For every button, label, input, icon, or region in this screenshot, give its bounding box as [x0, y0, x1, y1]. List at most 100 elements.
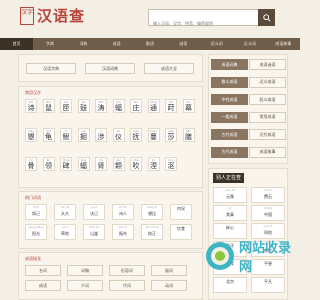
side-menu-item[interactable]: 中性成语 [211, 94, 248, 105]
char-cell[interactable]: tōng 通 [147, 99, 160, 113]
char-cell[interactable]: yóu 蝠 [112, 99, 125, 113]
recent-word-cell[interactable]: yuán shì 元殊 [213, 187, 247, 203]
word-text: 想比 [148, 211, 156, 216]
hot-word-cell[interactable]: bǎo jiù 报舟 [112, 224, 134, 240]
side-menu-item[interactable]: 古代成语 [211, 129, 248, 140]
side-menu-item[interactable]: 常用成语 [249, 111, 286, 123]
char-cell[interactable]: shí 莳 [165, 99, 177, 113]
char-cell[interactable]: fú 骨 [25, 157, 37, 171]
nav-item-6[interactable]: 近义词 [200, 38, 233, 50]
char-glyph: 仪 [115, 133, 122, 141]
word-text: 草地 [61, 231, 69, 236]
char-glyph: 鼠 [45, 104, 52, 112]
char-cell[interactable]: xiāo 莎 [165, 128, 177, 142]
hot-word-cell[interactable]: 何况 [170, 204, 192, 220]
search-input[interactable] [149, 16, 265, 31]
char-cell[interactable]: dù 肾 [95, 157, 107, 171]
side-menu-item[interactable]: 近义成语 [249, 76, 286, 88]
nav-item-0[interactable]: 首页 [0, 38, 34, 50]
idiom-link[interactable]: 代词 [109, 280, 145, 291]
char-cell[interactable]: jīng 蝠 [77, 157, 90, 171]
hot-word-cell[interactable]: jiǎo zhèng 绞正 [141, 224, 163, 240]
idiom-link[interactable]: 词翰 [67, 265, 103, 276]
side-menu-item[interactable]: 近代成语 [249, 129, 286, 140]
word-text: 元殊 [226, 194, 234, 199]
char-cell[interactable]: ní 鲵 [60, 128, 72, 142]
hot-word-cell[interactable]: tóu dà 头大 [54, 204, 76, 220]
char-glyph: 蝠 [115, 104, 122, 112]
char-cell[interactable]: xiá 匣 [60, 99, 72, 113]
idiom-link[interactable]: 形容词 [109, 265, 145, 276]
nav-item-4[interactable]: 歇语 [133, 38, 166, 50]
char-cell[interactable]: zhé 吹 [130, 157, 142, 171]
side-menu-item[interactable]: 成语故事 [249, 146, 286, 158]
char-cell[interactable]: tōng 碑 [60, 157, 72, 171]
idiom-link[interactable]: 介词 [67, 280, 103, 291]
recent-word-cell[interactable]: qī 其鼻 [213, 205, 247, 221]
char-cell[interactable]: biān 蔓 [147, 128, 160, 142]
idiom-link[interactable]: 名词 [25, 265, 61, 276]
dict-link-zidian[interactable]: 汉语字典 [26, 63, 76, 74]
side-words-title: 别人正在查 [213, 173, 245, 183]
char-cell[interactable]: kǒu 沤 [165, 157, 177, 171]
char-cell[interactable]: jiǎo 颗 [112, 157, 125, 171]
char-cell[interactable]: lín 领 [42, 157, 55, 171]
idiom-link[interactable]: 成语 [25, 280, 61, 291]
char-cell[interactable]: shǔ 鼠 [42, 99, 55, 113]
section-title-idioms: 成语接龙 [25, 256, 41, 261]
recent-word-cell[interactable]: fèi shì 费石 [251, 187, 285, 203]
nav-item-8[interactable]: 成语故事 [267, 38, 300, 50]
recent-word-cell[interactable]: 平凡 [251, 277, 285, 293]
char-glyph: 膳 [185, 133, 192, 141]
char-cell[interactable]: shī 诗 [25, 99, 37, 113]
hot-word-cell[interactable]: xiǎng bǐ 想比 [141, 204, 163, 220]
char-cell[interactable]: liú 湮 [147, 157, 160, 171]
char-cell[interactable]: mù 幕 [182, 99, 195, 113]
side-menu-item[interactable]: 古代成语 [211, 146, 248, 158]
nav-item-3[interactable]: 成语 [100, 38, 133, 50]
watermark-text: 网站收录网 [239, 241, 292, 275]
idiom-link[interactable]: 动词 [151, 280, 187, 291]
dict-link-cidian[interactable]: 汉语词典 [85, 63, 135, 74]
site-logo[interactable]: 汉字 汉语查 [20, 5, 85, 26]
recent-word-cell[interactable]: zhōng 中国 [251, 205, 285, 221]
char-glyph: 领 [45, 162, 52, 170]
hot-word-cell[interactable]: 饮食 [170, 224, 192, 240]
char-cell[interactable]: pán 抚 [130, 128, 142, 142]
recent-word-cell[interactable]: 北京 [213, 277, 247, 293]
side-menu-item[interactable]: 成语谜语 [249, 59, 286, 70]
hot-word-cell[interactable]: shān yá 山崖 [83, 224, 105, 240]
hot-word-cell[interactable]: tuō lǐ 草地 [54, 224, 76, 240]
side-words-panel: 别人正在查 yuán shì 元殊 fèi shì 费石 qī 其鼻 zhōng 中国 碎心 tó… [208, 168, 288, 300]
dict-link-chengyu[interactable]: 成语大全 [144, 63, 194, 74]
char-cell[interactable]: jiū 仪 [112, 128, 125, 142]
char-glyph: 蔓 [150, 133, 157, 141]
hot-word-cell[interactable]: jué jǐ 决己 [83, 204, 105, 220]
nav-item-5[interactable]: 谜语 [167, 38, 200, 50]
nav-item-7[interactable]: 反义词 [233, 38, 266, 50]
char-cell[interactable]: zhí 庄 [130, 99, 142, 113]
char-cell[interactable]: jí 涉 [95, 128, 107, 142]
char-cell[interactable]: gǔ 鼓 [77, 99, 90, 113]
char-glyph: 匣 [62, 104, 70, 112]
side-menu-item[interactable]: 歇义成语 [211, 76, 248, 88]
search-button[interactable] [258, 9, 275, 26]
char-cell[interactable]: guī 龟 [42, 128, 55, 142]
site-title: 汉语查 [37, 7, 86, 25]
hot-word-cell[interactable]: zhī jǐ 知己 [25, 204, 47, 220]
char-cell[interactable]: jué 掘 [77, 128, 90, 142]
hot-word-cell[interactable]: shī rén 诗人 [112, 204, 134, 220]
nav-item-2[interactable]: 词典 [67, 38, 100, 50]
char-cell[interactable]: tāo 涛 [95, 99, 107, 113]
word-text: 何况 [177, 206, 185, 211]
char-cell[interactable]: jiān 膳 [182, 128, 195, 142]
hot-word-cell[interactable]: yǎng guāng 阳光 [25, 224, 47, 240]
side-menu-item[interactable]: 贬义成语 [249, 94, 286, 105]
word-text: 费石 [264, 194, 272, 199]
side-menu-item[interactable]: 成语词典 [211, 59, 248, 70]
idiom-link[interactable]: 副词 [151, 265, 187, 276]
char-cell[interactable]: xiào 曌 [25, 128, 37, 142]
nav-item-1[interactable]: 字典 [33, 38, 66, 50]
side-menu-item[interactable]: 一般成语 [211, 111, 248, 123]
idioms-panel: 成语接龙 名词 词翰 形容词 副词成语 介词 代词 动词 [18, 252, 203, 300]
